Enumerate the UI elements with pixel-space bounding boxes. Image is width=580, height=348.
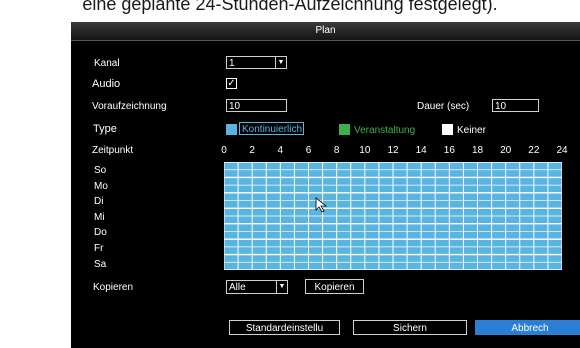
veranstaltung-swatch[interactable] [339, 124, 350, 135]
kopieren-select-value: Alle [229, 282, 246, 293]
chevron-down-icon: ▼ [276, 281, 287, 293]
chevron-down-icon: ▼ [275, 57, 286, 68]
dialog-title: Plan [71, 22, 580, 41]
voraufzeichnung-label: Voraufzeichnung [92, 101, 167, 112]
save-button[interactable]: Sichern [353, 320, 467, 335]
day-label-do: Do [94, 227, 107, 239]
kopieren-select[interactable]: Alle ▼ [226, 280, 288, 294]
default-button[interactable]: Standardeinstellu [229, 320, 340, 335]
hour-label-18: 18 [471, 145, 484, 156]
kopieren-label: Kopieren [93, 282, 134, 293]
keiner-swatch[interactable] [442, 124, 453, 135]
hour-label-4: 4 [277, 145, 284, 156]
veranstaltung-label[interactable]: Veranstaltung [354, 125, 415, 136]
day-label-di: Di [94, 196, 104, 208]
day-label-fr: Fr [94, 243, 104, 254]
hour-label-6: 6 [305, 145, 312, 156]
kontinuierlich-swatch[interactable] [226, 124, 237, 135]
cancel-button[interactable]: Abbrech [475, 320, 580, 335]
kanal-select[interactable]: 1 ▼ [226, 56, 287, 69]
caption-text: eine geplante 24-Stunden-Aufzeichnung fe… [82, 0, 498, 14]
hour-label-2: 2 [249, 145, 255, 156]
day-label-mo: Mo [94, 180, 108, 192]
zeitpunkt-label: Zeitpunkt [92, 145, 134, 156]
hour-label-14: 14 [415, 145, 427, 156]
hour-label-10: 10 [359, 145, 371, 156]
schedule-grid[interactable] [223, 161, 563, 271]
plan-dialog: Plan Kanal 1 ▼ Audio ✓ Voraufzeichnung 1… [71, 22, 580, 348]
hour-label-20: 20 [500, 145, 512, 156]
keiner-label[interactable]: Keiner [457, 125, 486, 136]
kontinuierlich-option[interactable]: Kontinuierlich [239, 122, 304, 135]
kanal-label: Kanal [94, 58, 120, 69]
voraufzeichnung-input[interactable]: 10 [226, 99, 287, 112]
audio-checkbox[interactable]: ✓ [226, 78, 237, 89]
dauer-input[interactable]: 10 [492, 99, 539, 112]
schedule-grid-lines [223, 161, 563, 271]
hour-label-22: 22 [528, 145, 540, 156]
hour-label-8: 8 [333, 145, 340, 156]
day-label-sa: Sa [94, 258, 107, 270]
mouse-cursor-icon [315, 197, 328, 213]
hour-label-16: 16 [443, 145, 455, 156]
hour-label-24: 24 [556, 145, 568, 156]
kopieren-button[interactable]: Kopieren [305, 279, 364, 294]
kanal-value: 1 [229, 58, 235, 69]
checkmark-icon: ✓ [227, 78, 236, 89]
day-label-so: So [94, 165, 107, 176]
hour-label-12: 12 [387, 145, 399, 156]
audio-label: Audio [92, 78, 121, 90]
hour-label-0: 0 [221, 145, 227, 156]
dauer-label: Dauer (sec) [417, 101, 470, 112]
day-label-mi: Mi [94, 211, 105, 223]
type-label: Type [93, 123, 117, 135]
